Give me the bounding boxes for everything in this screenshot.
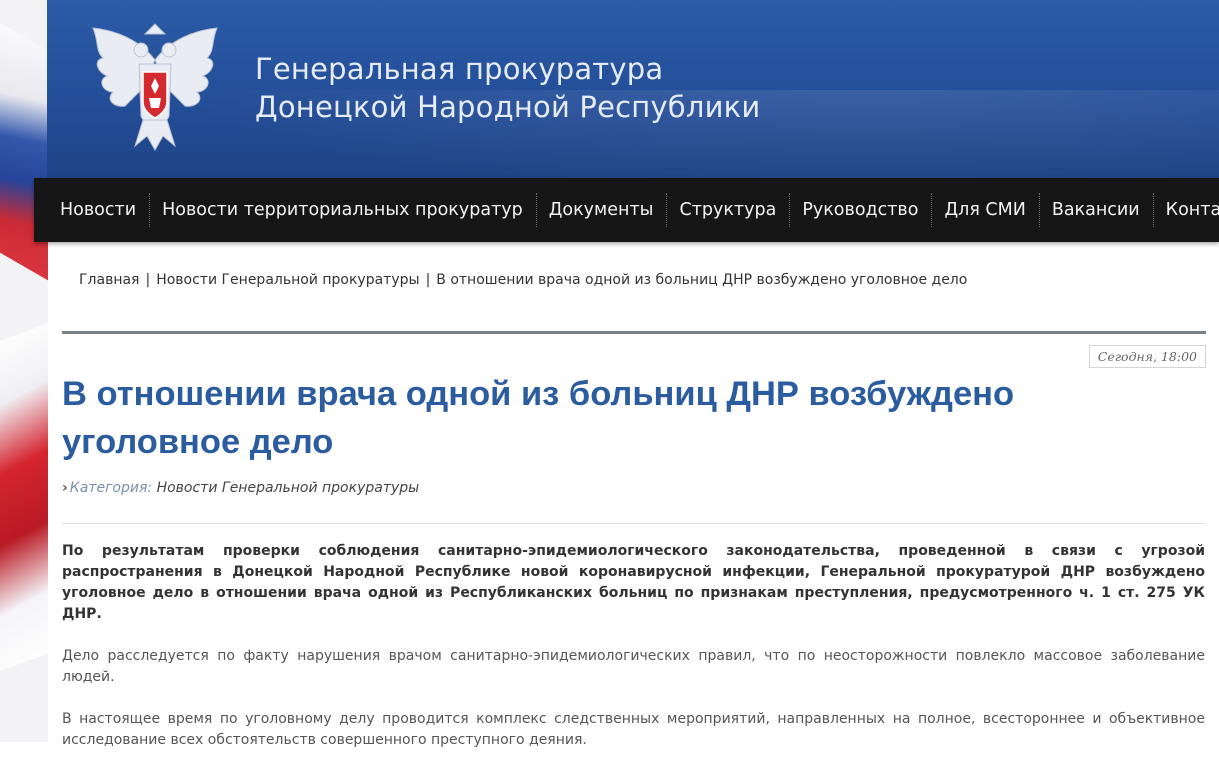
nav-item-vacancies[interactable]: Вакансии xyxy=(1039,200,1153,220)
main-nav: Новости Новости территориальных прокурат… xyxy=(34,178,1219,242)
divider xyxy=(62,331,1206,334)
nav-item-contacts[interactable]: Контакты xyxy=(1153,200,1219,220)
nav-item-structure[interactable]: Структура xyxy=(666,200,789,220)
category-link[interactable]: Новости Генеральной прокуратуры xyxy=(157,480,420,496)
article-paragraph: Дело расследуется по факту нарушения вра… xyxy=(62,648,1205,685)
decorative-flag-ribbon xyxy=(0,0,48,742)
breadcrumb: Главная | Новости Генеральной прокуратуры |… xyxy=(79,272,967,288)
site-title-line2: Донецкой Народной Республики xyxy=(255,90,761,124)
date-badge: Сегодня, 18:00 xyxy=(1088,345,1206,368)
breadcrumb-section[interactable]: Новости Генеральной прокуратуры xyxy=(156,272,419,288)
article-body: По результатам проверки соблюдения санит… xyxy=(62,541,1205,772)
nav-item-territorial-news[interactable]: Новости территориальных прокуратур xyxy=(149,200,536,220)
nav-item-news[interactable]: Новости xyxy=(34,200,149,220)
breadcrumb-home[interactable]: Главная xyxy=(79,272,139,288)
article-category: › Категория: Новости Генеральной прокурат… xyxy=(62,480,419,496)
breadcrumb-separator: | xyxy=(425,272,431,288)
divider xyxy=(62,523,1206,524)
coat-of-arms-icon[interactable] xyxy=(85,20,225,156)
article-title: В отношении врача одной из больниц ДНР в… xyxy=(62,375,1015,461)
site-title[interactable]: Генеральная прокуратура Донецкой Народно… xyxy=(255,50,760,126)
site-header: Генеральная прокуратура Донецкой Народно… xyxy=(47,0,1219,178)
breadcrumb-separator: | xyxy=(145,272,151,288)
breadcrumb-current: В отношении врача одной из больниц ДНР в… xyxy=(436,272,968,288)
nav-item-documents[interactable]: Документы xyxy=(536,200,667,220)
nav-item-leadership[interactable]: Руководство xyxy=(789,200,931,220)
nav-item-media[interactable]: Для СМИ xyxy=(931,200,1038,220)
site-title-line1: Генеральная прокуратура xyxy=(255,52,664,86)
chevron-right-icon: › xyxy=(62,480,68,496)
category-label: Категория: xyxy=(69,480,153,496)
article-paragraph: По результатам проверки соблюдения санит… xyxy=(62,543,1205,622)
article-paragraph: В настоящее время по уголовному делу про… xyxy=(62,711,1205,748)
